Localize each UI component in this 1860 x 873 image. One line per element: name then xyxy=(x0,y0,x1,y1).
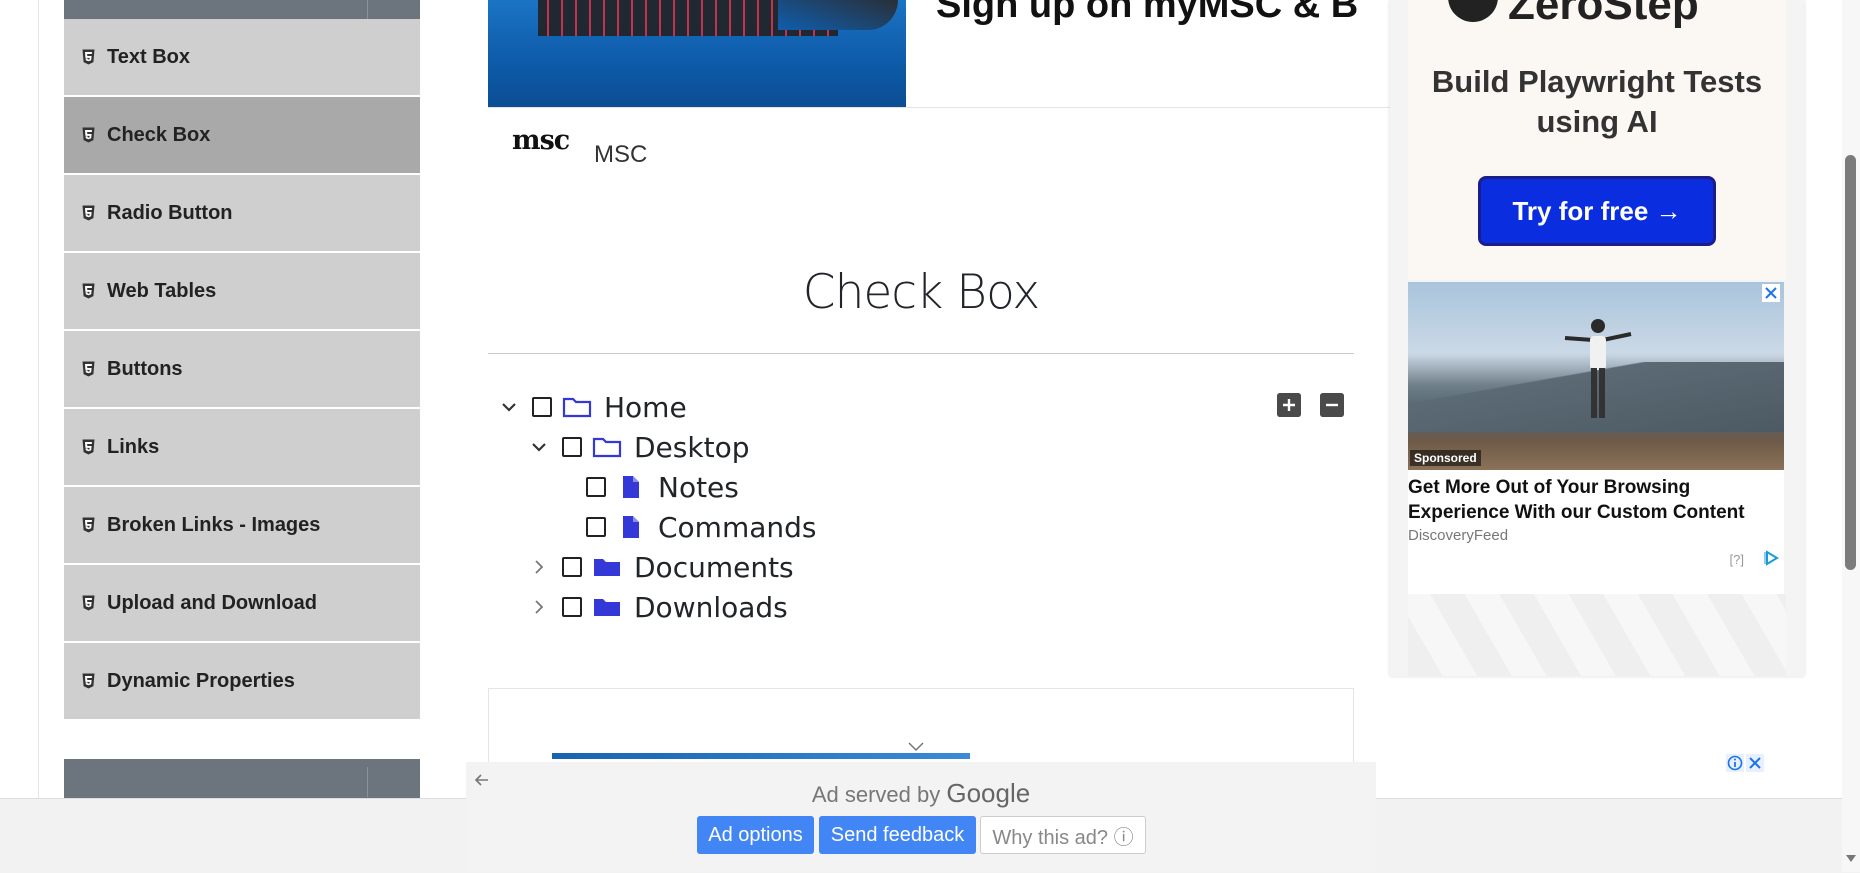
msc-logo: msc xyxy=(512,125,570,156)
tree-node-label[interactable]: Notes xyxy=(658,471,739,504)
expand-all-button[interactable] xyxy=(1277,393,1301,417)
chevron-right-icon[interactable] xyxy=(528,556,550,578)
checkbox-documents[interactable] xyxy=(562,557,582,577)
html5-icon xyxy=(82,439,95,455)
tree-node-home: Home xyxy=(498,390,687,424)
ad-card-source[interactable]: DiscoveryFeed xyxy=(1408,527,1508,544)
banner-divider xyxy=(488,107,1390,108)
plus-square-icon xyxy=(1277,393,1301,417)
tree-node-label[interactable]: Desktop xyxy=(634,431,749,464)
folder-open-icon xyxy=(592,435,622,459)
close-icon[interactable] xyxy=(1746,754,1764,772)
ad-photo[interactable]: Sponsored xyxy=(1408,282,1784,470)
sidebar-item-label: Web Tables xyxy=(107,279,217,302)
sidebar-menu: Text Box Check Box Radio Button Web Tables B… xyxy=(64,19,420,721)
chevron-right-icon[interactable] xyxy=(528,596,550,618)
right-ad[interactable]: ZeroStep Build Playwright Tests using AI… xyxy=(1390,0,1804,676)
ad-served-by: Ad served by Google xyxy=(811,778,1031,808)
folder-open-icon xyxy=(562,395,592,419)
sidebar-item-label: Text Box xyxy=(107,45,190,68)
folder-icon xyxy=(592,555,622,579)
sidebar-item-label: Upload and Download xyxy=(107,591,317,614)
zerostep-logo-icon xyxy=(1448,0,1498,22)
sidebar-item-text-box[interactable]: Text Box xyxy=(64,19,420,97)
sidebar-item-label: Broken Links - Images xyxy=(107,513,321,536)
zerostep-brand: ZeroStep xyxy=(1508,0,1699,29)
collapse-all-button[interactable] xyxy=(1320,393,1344,417)
google-ad-panel: Ad served by Google Ad options Send feed… xyxy=(466,762,1376,872)
sponsored-badge: Sponsored xyxy=(1410,450,1481,466)
discoveryfeed-ad[interactable]: Sponsored Get More Out of Your Browsing … xyxy=(1408,282,1784,594)
checkbox-commands[interactable] xyxy=(586,517,606,537)
sidebar-item-label: Radio Button xyxy=(107,201,233,224)
tree-node-label[interactable]: Documents xyxy=(634,551,794,584)
ad-options-button[interactable]: Ad options xyxy=(697,816,814,854)
tree-node-label[interactable]: Home xyxy=(604,391,687,424)
minus-square-icon xyxy=(1320,393,1344,417)
html5-icon xyxy=(82,517,95,533)
tree-node-downloads: Downloads xyxy=(528,590,788,624)
sidebar-item-links[interactable]: Links xyxy=(64,409,420,487)
zerostep-headline: Build Playwright Tests using AI xyxy=(1431,64,1763,139)
sidebar-item-check-box[interactable]: Check Box xyxy=(64,97,420,175)
sidebar-item-upload-and-download[interactable]: Upload and Download xyxy=(64,565,420,643)
tree-node-documents: Documents xyxy=(528,550,794,584)
html5-icon xyxy=(82,127,95,143)
send-feedback-button[interactable]: Send feedback xyxy=(819,816,976,854)
try-for-free-button[interactable]: Try for free → xyxy=(1478,176,1716,246)
adchoices-icon[interactable] xyxy=(1764,550,1780,566)
banner-ad-advertiser[interactable]: MSC xyxy=(594,141,647,169)
tree-node-commands: Commands xyxy=(586,510,817,544)
sidebar-item-broken-links-images[interactable]: Broken Links - Images xyxy=(64,487,420,565)
person-figure-icon xyxy=(1564,319,1632,418)
scroll-down-arrow-icon[interactable] xyxy=(1844,852,1858,864)
tree-node-label[interactable]: Commands xyxy=(658,511,817,544)
zerostep-ad[interactable]: ZeroStep Build Playwright Tests using AI… xyxy=(1408,0,1786,280)
sidebar-item-web-tables[interactable]: Web Tables xyxy=(64,253,420,331)
checkbox-notes[interactable] xyxy=(586,477,606,497)
sidebar-item-label: Buttons xyxy=(107,357,183,380)
tree-node-desktop: Desktop xyxy=(528,430,749,464)
file-icon xyxy=(616,515,646,539)
banner-ad-headline[interactable]: Sign up on myMSC & B xyxy=(936,0,1390,27)
google-logo: Google xyxy=(946,778,1031,808)
file-icon xyxy=(616,475,646,499)
sidebar-item-dynamic-properties[interactable]: Dynamic Properties xyxy=(64,643,420,721)
html5-icon xyxy=(82,595,95,611)
checkbox-downloads[interactable] xyxy=(562,597,582,617)
html5-icon xyxy=(82,205,95,221)
sidebar-group-header[interactable] xyxy=(64,0,420,19)
info-icon[interactable] xyxy=(1726,754,1744,772)
close-ad-icon[interactable] xyxy=(1762,284,1780,302)
scrollbar-thumb[interactable] xyxy=(1845,155,1856,570)
tree-node-notes: Notes xyxy=(586,470,739,504)
checkbox-home[interactable] xyxy=(532,397,552,417)
sidebar-item-label: Check Box xyxy=(107,123,211,146)
sidebar-group-header-forms[interactable] xyxy=(64,759,420,799)
sidebar-item-label: Dynamic Properties xyxy=(107,669,295,692)
folder-icon xyxy=(592,595,622,619)
banner-ad-image[interactable] xyxy=(488,0,906,107)
ad-card-title[interactable]: Get More Out of Your Browsing Experience… xyxy=(1408,475,1778,525)
ad-controls xyxy=(1726,754,1764,774)
html5-icon xyxy=(82,49,95,65)
html5-icon xyxy=(82,283,95,299)
chevron-down-icon[interactable] xyxy=(907,740,925,754)
ad-background-pattern xyxy=(1408,594,1786,676)
sidebar-item-label: Links xyxy=(107,435,160,458)
sidebar-item-radio-button[interactable]: Radio Button xyxy=(64,175,420,253)
html5-icon xyxy=(82,673,95,689)
chevron-down-icon[interactable] xyxy=(528,436,550,458)
why-this-ad-button[interactable]: Why this ad? ⓘ xyxy=(980,816,1146,854)
title-divider xyxy=(488,353,1354,354)
html5-icon xyxy=(82,361,95,377)
ad-help-link[interactable]: [?] xyxy=(1730,552,1744,567)
sidebar-item-buttons[interactable]: Buttons xyxy=(64,331,420,409)
checkbox-desktop[interactable] xyxy=(562,437,582,457)
tree-node-label[interactable]: Downloads xyxy=(634,591,788,624)
page-title: Check Box xyxy=(802,265,1040,320)
chevron-down-icon[interactable] xyxy=(498,396,520,418)
